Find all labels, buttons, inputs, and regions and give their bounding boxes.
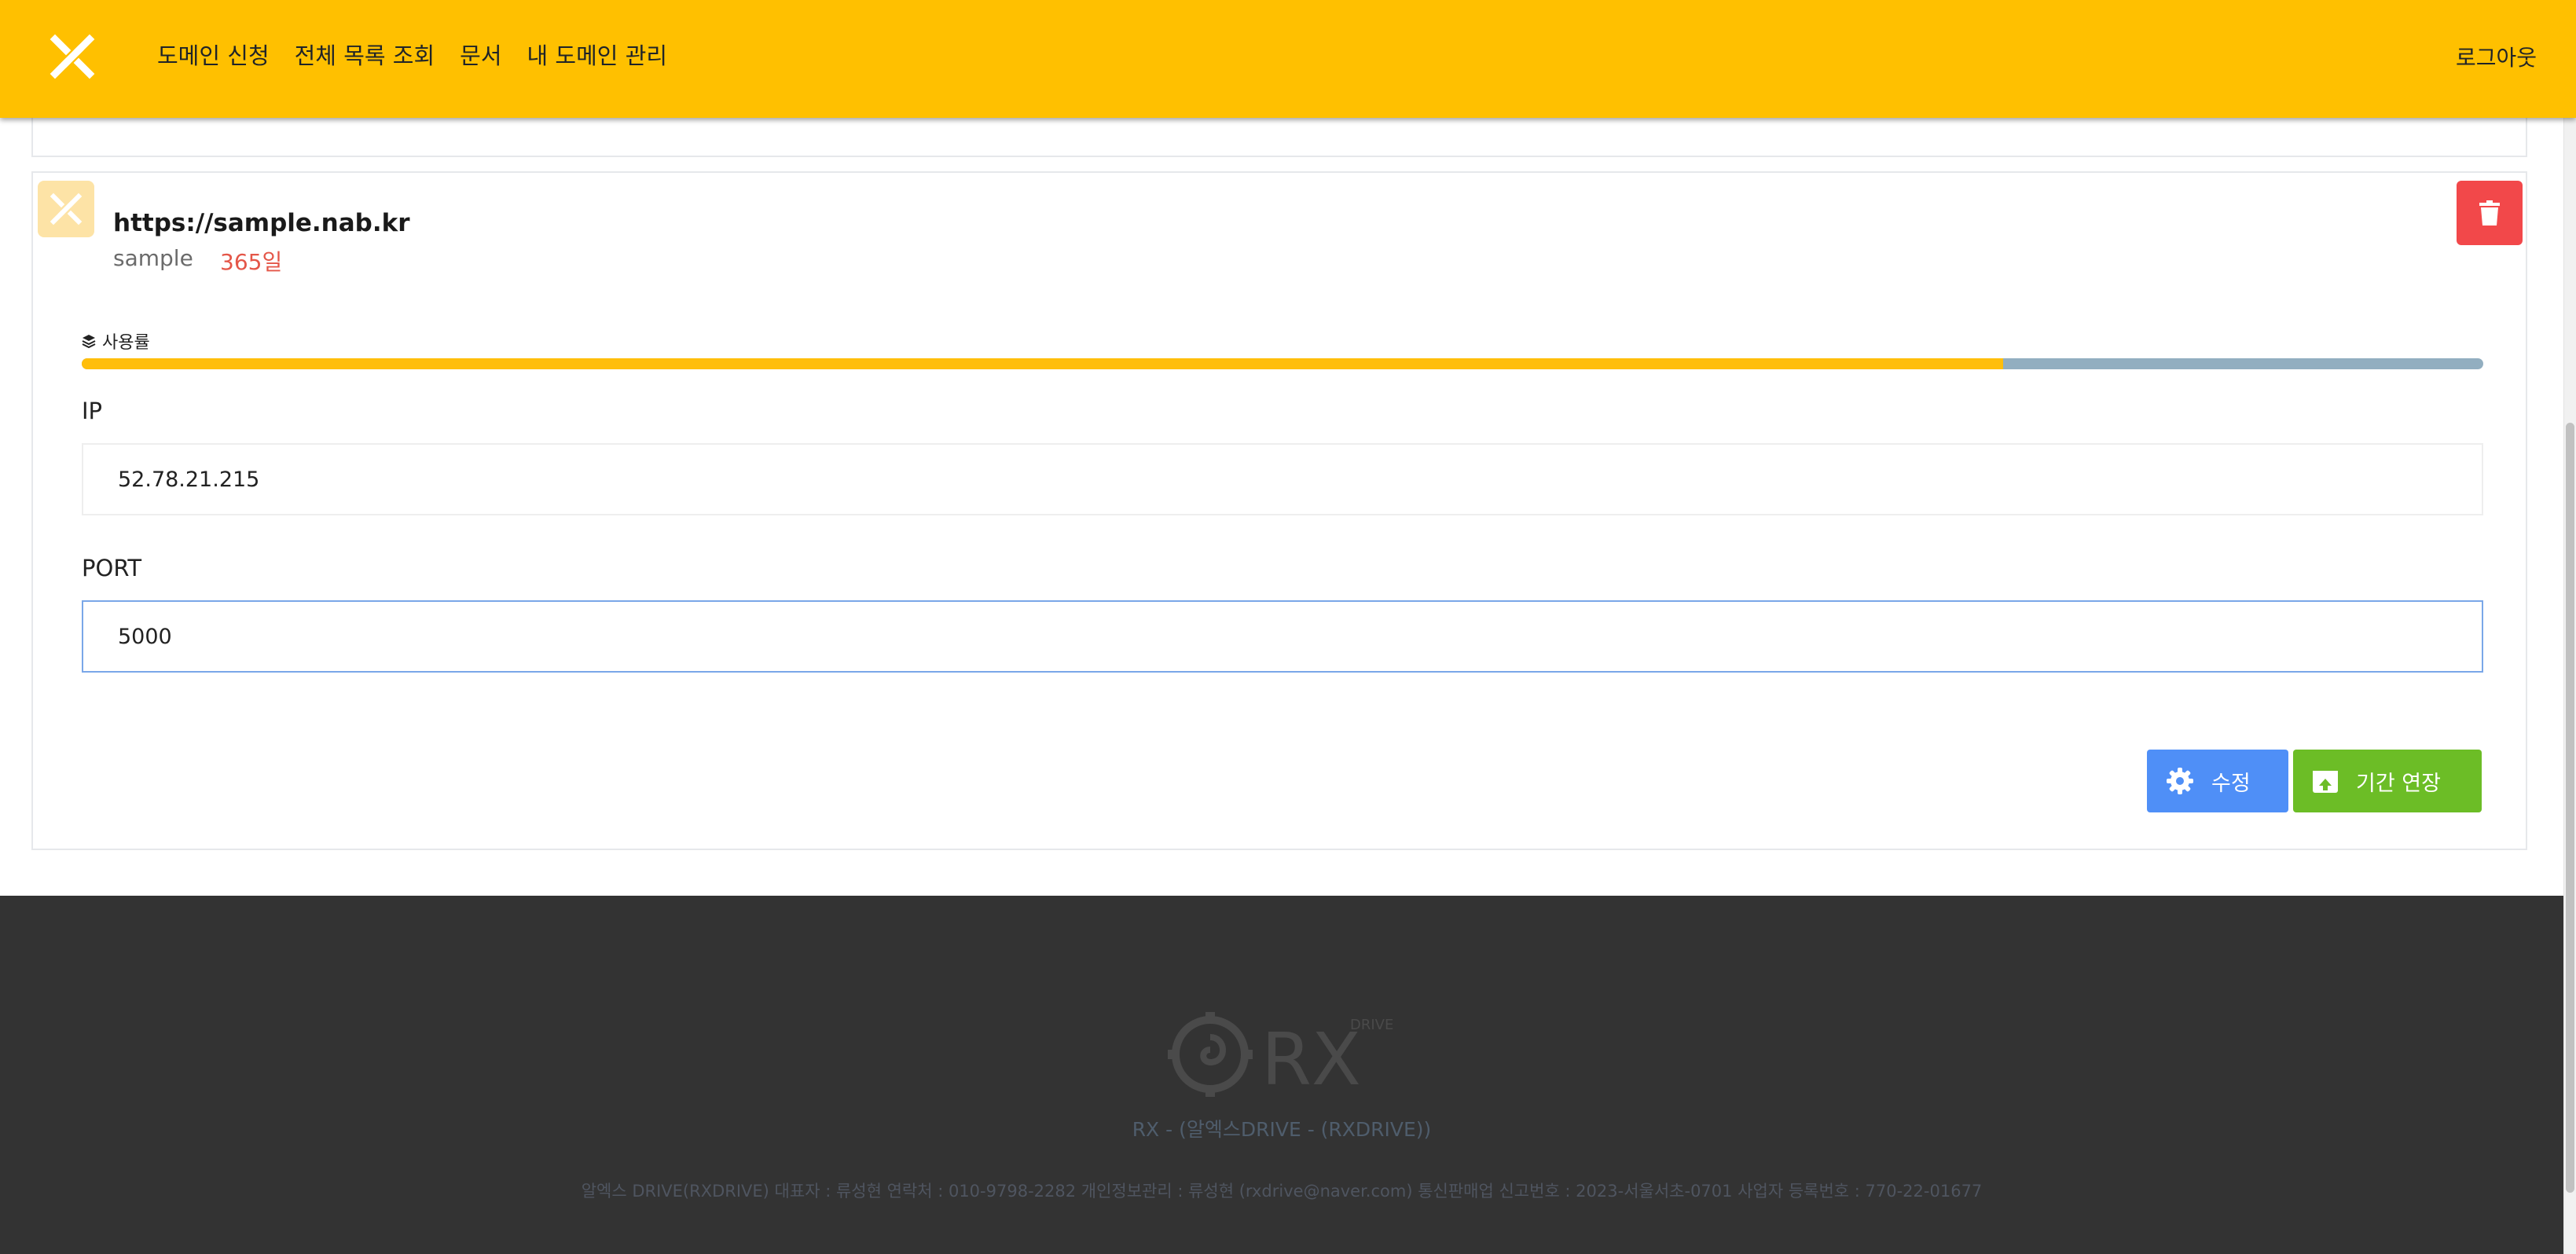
page: 도메인 신청 전체 목록 조회 문서 내 도메인 관리 로그아웃 https:/…: [0, 0, 2576, 1254]
domain-logo-icon: [50, 192, 83, 226]
domain-badge: [38, 181, 94, 237]
main-nav: 도메인 신청 전체 목록 조회 문서 내 도메인 관리: [157, 38, 667, 71]
usage-progress-bar: [82, 358, 2483, 369]
ip-input[interactable]: [82, 443, 2483, 515]
nav-my-domains[interactable]: 내 도메인 관리: [527, 38, 668, 71]
rxdrive-logo-icon: RX DRIVE: [1168, 1012, 1393, 1100]
top-navbar: 도메인 신청 전체 목록 조회 문서 내 도메인 관리 로그아웃: [0, 0, 2576, 118]
footer-logo-sub: DRIVE: [1350, 1017, 1393, 1033]
domain-url: https://sample.nab.kr: [113, 209, 410, 237]
ip-label: IP: [82, 398, 103, 424]
domain-days-left: 365일: [220, 249, 283, 275]
nav-docs[interactable]: 문서: [460, 38, 501, 71]
calendar-up-icon: [2313, 771, 2338, 793]
usage-progress-fill: [82, 358, 2003, 369]
delete-button[interactable]: [2457, 181, 2523, 245]
usage-label-text: 사용률: [102, 333, 150, 353]
domain-name: sample: [113, 245, 193, 271]
domain-card: https://sample.nab.kr sample 365일 사용률 IP…: [31, 171, 2527, 850]
footer-logo-text: RX: [1261, 1018, 1361, 1100]
layers-icon: [82, 335, 96, 348]
footer-info: 알엑스 DRIVE(RXDRIVE) 대표자 : 류성현 연락처 : 010-9…: [581, 1182, 1983, 1201]
extend-button-label: 기간 연장: [2356, 771, 2441, 796]
port-input[interactable]: [82, 600, 2483, 673]
nav-domain-apply[interactable]: 도메인 신청: [157, 38, 270, 71]
edit-button[interactable]: 수정: [2147, 750, 2288, 812]
scrollbar-track[interactable]: [2563, 0, 2576, 1254]
gear-icon: [2167, 768, 2193, 794]
logout-link[interactable]: 로그아웃: [2456, 41, 2537, 72]
trash-icon: [2479, 200, 2500, 226]
footer-brand: RX - (알엑스DRIVE - (RXDRIVE)): [1132, 1118, 1432, 1141]
nav-list-all[interactable]: 전체 목록 조회: [295, 38, 435, 71]
usage-label: 사용률: [82, 328, 150, 354]
port-label: PORT: [82, 555, 142, 581]
footer: RX DRIVE RX - (알엑스DRIVE - (RXDRIVE)) 알엑스…: [0, 896, 2563, 1254]
extend-period-button[interactable]: 기간 연장: [2293, 750, 2482, 812]
edit-button-label: 수정: [2211, 771, 2251, 796]
logo-icon[interactable]: [47, 31, 97, 82]
scrollbar-thumb[interactable]: [2566, 423, 2574, 1193]
